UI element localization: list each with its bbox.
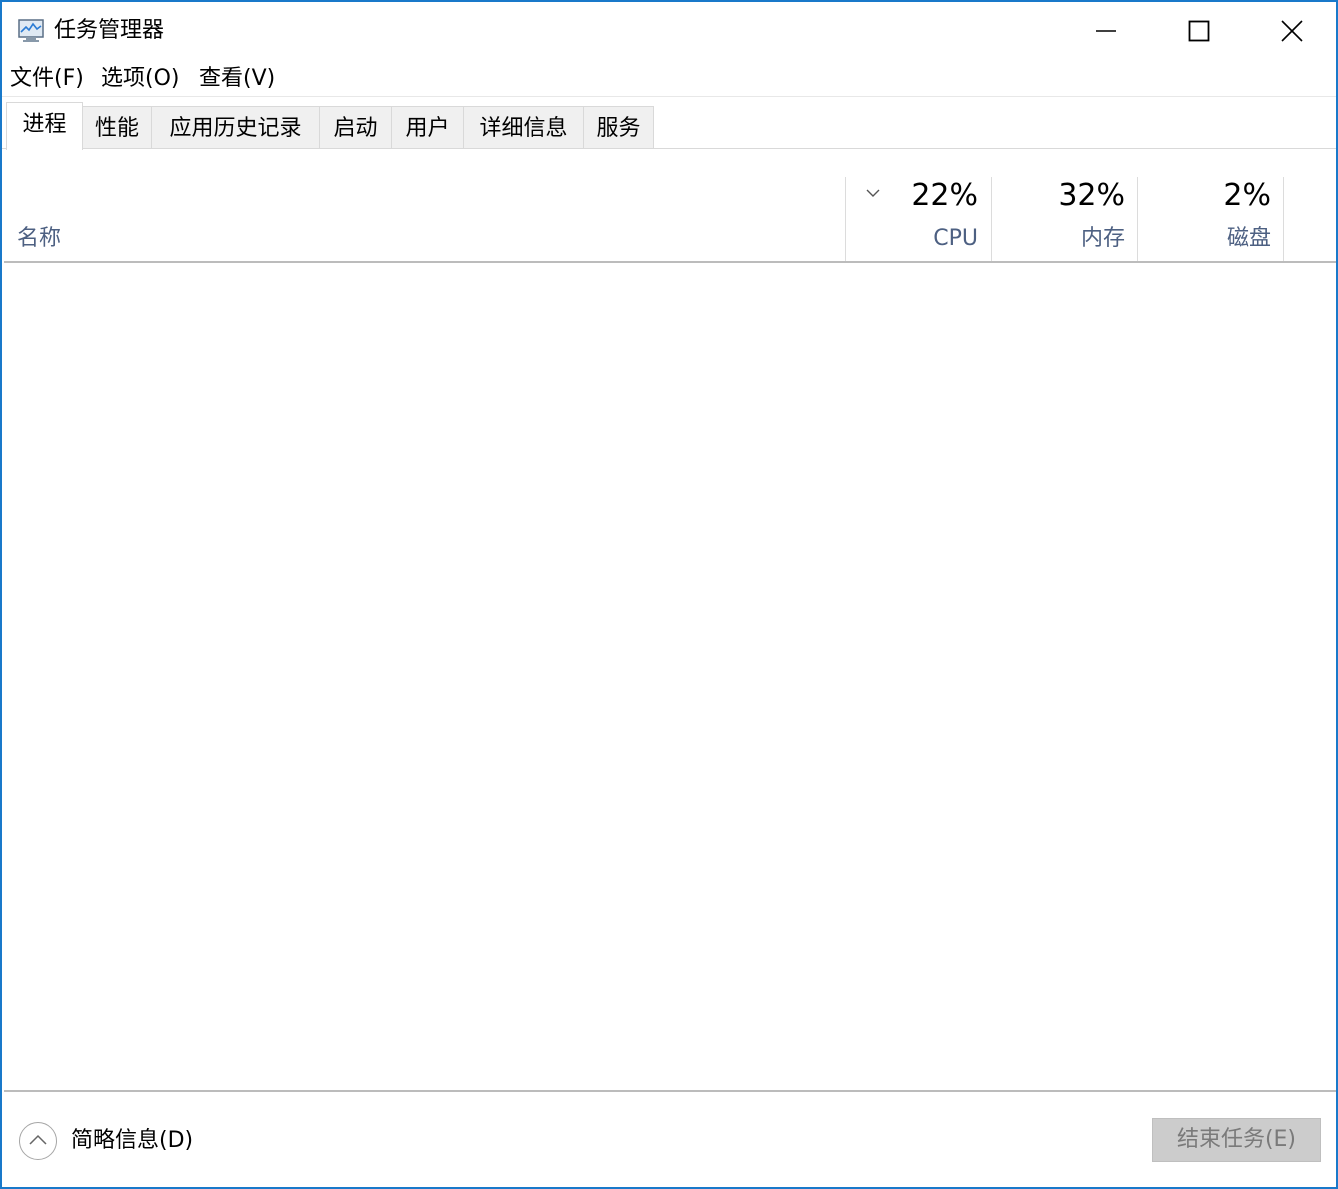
tab-services[interactable]: 服务 [583,106,654,149]
footer: 简略信息(D) 结束任务(E) [2,1092,1336,1189]
end-task-button[interactable]: 结束任务(E) [1152,1118,1321,1162]
fewer-details-button[interactable]: 简略信息(D) [71,1125,193,1157]
disk-percent[interactable]: 2% [1148,177,1271,215]
menu-view[interactable]: 查看(V) [199,64,275,94]
minimize-button[interactable] [1059,2,1152,60]
disk-label[interactable]: 磁盘 [1148,223,1271,255]
cpu-percent[interactable]: 22% [872,177,978,215]
task-manager-window: 任务管理器 文件(F) 选项(O) 查看(V) 进程 性能 应用历史记录 启动 … [0,0,1338,1189]
process-list[interactable] [4,263,1336,1090]
tab-processes[interactable]: 进程 [6,102,83,150]
tab-bar: 进程 性能 应用历史记录 启动 用户 详细信息 服务 [2,102,1336,150]
column-header: 名称 22% CPU 32% 内存 2% 磁盘 [2,149,1336,263]
column-name[interactable]: 名称 [17,224,61,254]
tab-app-history[interactable]: 应用历史记录 [151,106,320,149]
fewer-details-toggle[interactable] [19,1122,57,1160]
column-separator[interactable] [991,177,992,261]
title-bar[interactable]: 任务管理器 [2,2,1336,60]
menu-file[interactable]: 文件(F) [10,64,84,94]
menu-divider [2,96,1336,97]
maximize-button[interactable] [1152,2,1245,60]
menu-bar: 文件(F) 选项(O) 查看(V) [2,60,1336,98]
tab-startup[interactable]: 启动 [319,106,392,149]
tab-details[interactable]: 详细信息 [463,106,584,149]
column-separator[interactable] [1137,177,1138,261]
cpu-label[interactable]: CPU [872,223,978,255]
close-button[interactable] [1245,2,1338,60]
window-title: 任务管理器 [54,18,165,43]
column-separator[interactable] [845,177,846,261]
task-manager-icon [17,18,47,44]
memory-percent[interactable]: 32% [1002,177,1125,215]
menu-options[interactable]: 选项(O) [101,64,179,94]
tab-performance[interactable]: 性能 [82,106,152,149]
column-separator[interactable] [1283,177,1284,261]
memory-label[interactable]: 内存 [1002,223,1125,255]
tab-users[interactable]: 用户 [391,106,464,149]
